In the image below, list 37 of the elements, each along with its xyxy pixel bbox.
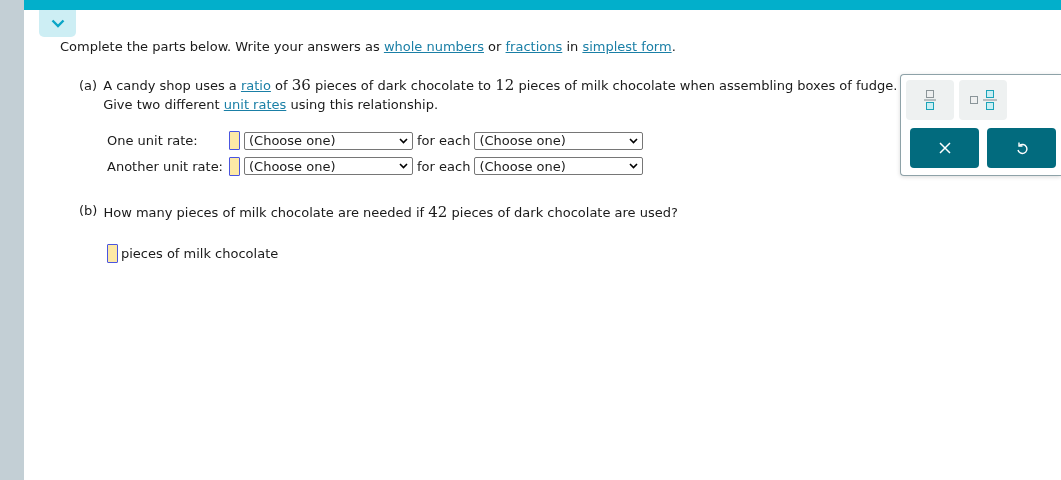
caret-icon (629, 137, 639, 144)
glossary-link[interactable]: fractions (505, 39, 563, 54)
caret-icon (629, 163, 639, 170)
clear-button[interactable] (910, 128, 979, 168)
part-label: (b) (79, 202, 98, 220)
glossary-link[interactable]: whole numbers (383, 39, 484, 54)
glossary-link[interactable]: simplest form (582, 39, 672, 54)
chevron-down-icon (50, 19, 65, 28)
joiner-text: for each (417, 157, 471, 176)
glossary-link[interactable]: ratio (240, 78, 271, 93)
instructions-text: Complete the parts below. Write your answers as whole numbers or fractions in simplest form. (60, 39, 677, 55)
field-label: One unit rate: (107, 132, 199, 150)
answer-box[interactable] (107, 243, 118, 263)
undo-button[interactable] (987, 128, 1056, 168)
mixed-number-button[interactable] (959, 80, 1007, 120)
answer-unit-text: pieces of milk chocolate (121, 244, 279, 263)
joiner-text: for each (417, 132, 471, 150)
mixed-number-icon (969, 89, 997, 111)
fraction-button[interactable] (906, 80, 954, 120)
caret-icon (399, 163, 408, 170)
fraction-icon (924, 89, 936, 111)
field-label: Another unit rate: (107, 157, 223, 176)
undo-icon (1015, 141, 1028, 155)
answer-box[interactable] (229, 156, 240, 176)
close-icon (938, 142, 951, 154)
question-text: A candy shop uses a ratio of 36 pieces of dark chocolate to 12 pieces of milk chocolate when assembling boxes of fudge. (103, 76, 898, 95)
question-text: Give two different unit rates using this relationship. (103, 96, 440, 114)
dropdown-select[interactable]: (Choose one) (244, 131, 413, 150)
dropdown-select[interactable]: (Choose one) (244, 157, 413, 176)
collapse-tab[interactable] (39, 10, 76, 37)
part-label: (a) (79, 77, 98, 95)
glossary-link[interactable]: unit rates (223, 97, 287, 112)
answer-box[interactable] (229, 131, 240, 151)
dropdown-select[interactable]: (Choose one) (474, 131, 644, 150)
caret-icon (399, 137, 408, 144)
dropdown-select[interactable]: (Choose one) (474, 157, 644, 176)
question-text: How many pieces of milk chocolate are needed if 42 pieces of dark chocolate are used? (103, 202, 678, 223)
